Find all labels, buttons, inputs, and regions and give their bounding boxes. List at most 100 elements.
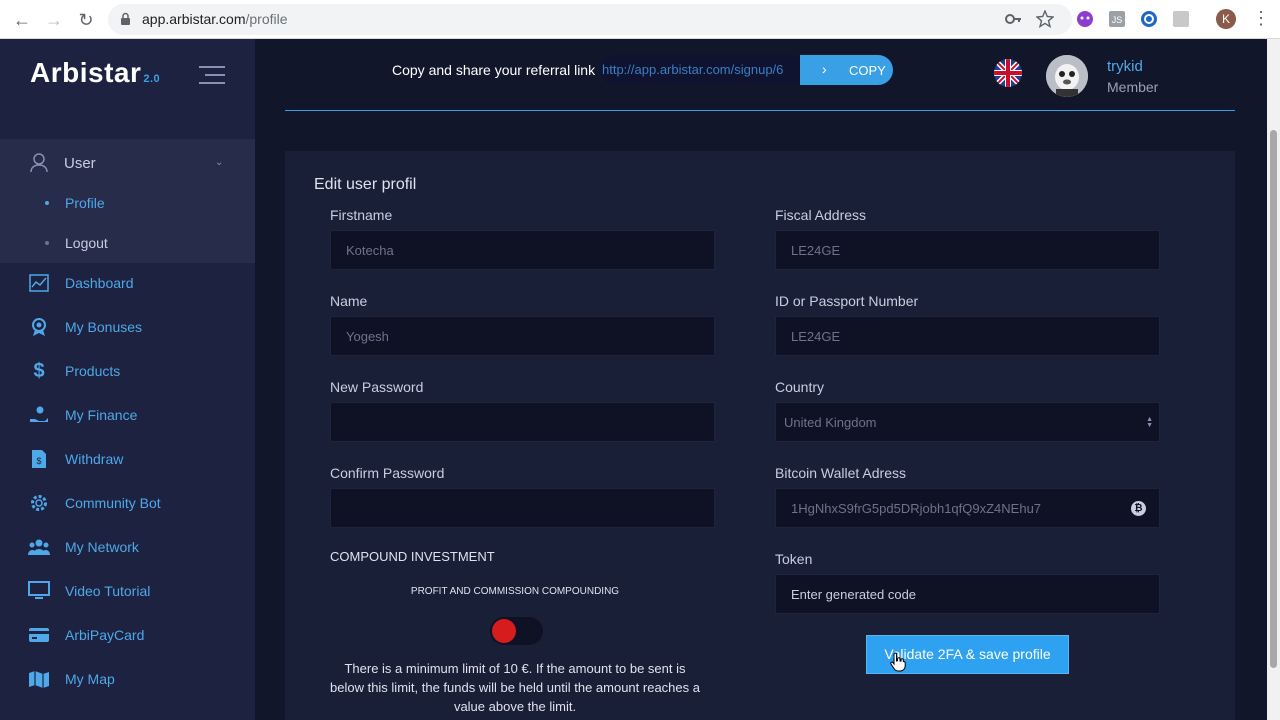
sidebar: Arbistar 2.0 User ⌄ Profile Logout Dashbo… [0,39,255,720]
sidebar-item-user[interactable]: User [30,151,96,175]
sidebar-item-label: User [64,154,96,172]
sidebar-item-products[interactable]: $ Products [28,359,120,383]
country-select[interactable]: United Kingdom ▲ ▼ [775,402,1160,442]
new-password-label: New Password [330,379,424,395]
monitor-icon [28,580,50,602]
sidebar-item-withdraw[interactable]: $ Withdraw [28,447,123,471]
hand-cursor-icon [890,652,906,672]
sidebar-item-label: ArbiPayCard [65,627,145,643]
toggle-knob [492,619,516,643]
sidebar-item-label: Logout [65,235,108,251]
sidebar-item-my-map[interactable]: My Map [28,667,115,691]
hand-coin-icon [28,404,50,426]
country-label: Country [775,379,825,395]
token-label: Token [775,551,813,567]
token-input[interactable]: Enter generated code [775,574,1160,614]
compound-toggle[interactable] [490,617,543,645]
referral-link-field[interactable]: http://app.arbistar.com/signup/6 [600,55,810,85]
sidebar-item-label: Profile [65,195,105,211]
map-icon [28,668,50,690]
sidebar-item-label: Dashboard [65,275,134,291]
chevron-right-icon: › [822,61,827,77]
sidebar-item-dashboard[interactable]: Dashboard [28,271,134,295]
extension-icon[interactable] [1140,10,1158,28]
select-arrows-icon: ▲ ▼ [1146,416,1153,429]
star-icon[interactable] [1036,10,1054,28]
key-icon[interactable] [1004,10,1022,28]
extension-icon[interactable]: JS [1108,10,1126,28]
sidebar-item-my-bonuses[interactable]: My Bonuses [28,315,142,339]
sidebar-item-label: Products [65,363,121,379]
fiscal-address-label: Fiscal Address [775,207,867,223]
firstname-field[interactable]: Kotecha [330,230,715,270]
edit-profile-card: Edit user profil Firstname Kotecha Name … [285,151,1235,720]
back-icon[interactable]: ← [10,8,34,32]
users-icon [28,536,50,558]
referral-label: Copy and share your referral link [392,62,596,78]
page-title: Edit user profil [314,176,417,193]
sidebar-item-label: My Bonuses [65,319,143,335]
hamburger-menu-icon[interactable] [199,66,225,84]
sidebar-item-arbipaycard[interactable]: ArbiPayCard [28,623,144,647]
bitcoin-wallet-field[interactable]: 1HgNhxS9frG5pd5DRjobh1qfQ9xZ4NEhu7 ₿ [775,488,1160,528]
bullet-icon [45,241,49,245]
sidebar-item-label: My Map [65,671,115,687]
bullet-icon [45,201,49,205]
id-passport-label: ID or Passport Number [775,293,919,309]
sidebar-item-label: Withdraw [65,451,124,467]
user-icon [30,153,48,173]
browser-profile-avatar[interactable]: K [1216,9,1236,29]
sidebar-item-label: My Network [65,539,139,555]
confirm-password-label: Confirm Password [330,465,445,481]
avatar[interactable] [1046,55,1088,97]
bitcoin-icon: ₿ [1131,501,1146,516]
username[interactable]: trykid [1107,58,1143,75]
copy-button-label: COPY [849,63,886,78]
sidebar-item-label: Community Bot [65,495,161,511]
bitcoin-wallet-label: Bitcoin Wallet Adress [775,465,906,481]
sidebar-item-community-bot[interactable]: Community Bot [28,491,161,515]
name-field[interactable]: Yogesh [330,316,715,356]
uk-flag-icon[interactable] [994,59,1022,87]
lock-icon [121,12,130,25]
scrollbar-thumb[interactable] [1270,130,1277,668]
browser-menu-icon[interactable]: ⋮ [1252,8,1270,29]
svg-text:$: $ [36,456,41,466]
new-password-field[interactable] [330,402,715,442]
firstname-label: Firstname [330,207,393,223]
url-text: app.arbistar.com/profile [142,11,288,27]
sidebar-item-my-finance[interactable]: My Finance [28,403,137,427]
name-label: Name [330,293,368,309]
reload-icon[interactable]: ↻ [74,8,98,32]
top-bar: Copy and share your referral link http:/… [255,39,1280,111]
compound-subtitle: PROFIT AND COMMISSION COMPOUNDING [410,586,620,597]
sidebar-item-label: My Finance [65,407,138,423]
id-passport-field[interactable]: LE24GE [775,316,1160,356]
browser-toolbar: ← → ↻ app.arbistar.com/profile JS K ⋮ [0,0,1280,39]
extension-icon[interactable] [1076,10,1094,28]
compound-investment-title: COMPOUND INVESTMENT [330,549,495,564]
minimum-limit-note: There is a minimum limit of 10 €. If the… [330,661,700,714]
fiscal-address-field[interactable]: LE24GE [775,230,1160,270]
invoice-icon: $ [28,448,50,470]
address-bar[interactable]: app.arbistar.com/profile [108,4,1072,35]
chart-icon [28,272,50,294]
copy-referral-button[interactable]: › COPY [800,55,893,85]
sidebar-item-label: Video Tutorial [65,583,151,599]
confirm-password-field[interactable] [330,488,715,528]
svg-text:JS: JS [1112,15,1123,25]
user-role: Member [1107,79,1159,95]
sidebar-item-my-network[interactable]: My Network [28,535,139,559]
award-icon [28,316,50,338]
sidebar-item-profile[interactable]: Profile [45,195,105,211]
gear-icon [28,492,50,514]
sidebar-item-video-tutorial[interactable]: Video Tutorial [28,579,150,603]
divider [285,110,1235,111]
sidebar-group-user: User ⌄ Profile Logout [0,139,255,263]
sidebar-item-logout[interactable]: Logout [45,235,108,251]
extension-icon[interactable] [1172,10,1190,28]
chevron-down-icon[interactable]: ⌄ [215,157,223,168]
credit-card-icon [28,624,50,646]
forward-icon[interactable]: → [42,8,66,32]
logo[interactable]: Arbistar 2.0 [30,57,160,89]
